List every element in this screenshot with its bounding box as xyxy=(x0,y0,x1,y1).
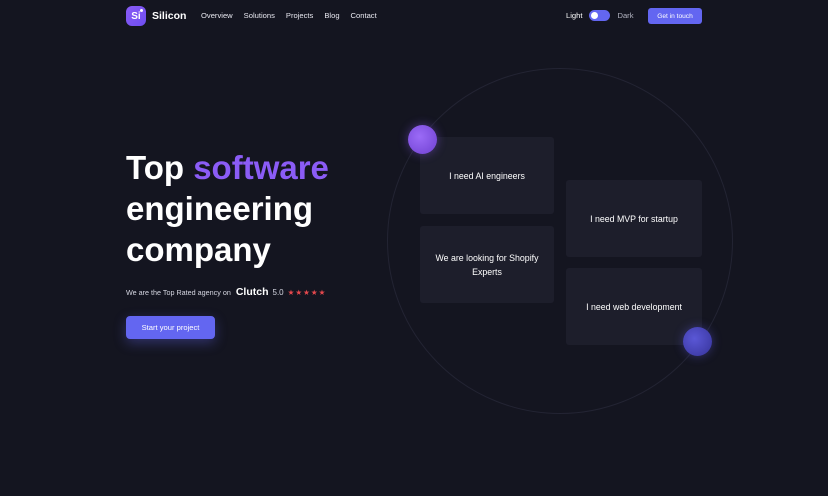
rating-stars: ★ ★ ★ ★ ★ xyxy=(288,288,326,297)
theme-toggle[interactable] xyxy=(589,10,611,21)
blue-orb-decoration xyxy=(683,327,712,356)
logo-dot xyxy=(140,9,143,12)
logo-letters: Si xyxy=(131,10,141,22)
hero-title-line2: engineering xyxy=(126,190,314,227)
star-icon: ★ xyxy=(318,287,326,297)
nav-link-overview[interactable]: Overview xyxy=(201,11,233,20)
brand[interactable]: Si Silicon xyxy=(126,6,186,26)
hero-title-part1: Top xyxy=(126,149,194,186)
star-icon: ★ xyxy=(310,287,318,297)
get-in-touch-button[interactable]: Get in touch xyxy=(648,8,702,24)
card-web-development[interactable]: I need web development xyxy=(566,268,702,345)
nav-link-projects[interactable]: Projects xyxy=(286,11,313,20)
theme-light-label: Light xyxy=(566,11,583,20)
hero-title: Top software engineering company xyxy=(126,147,386,270)
theme-switcher: Light Dark xyxy=(566,10,634,21)
star-icon: ★ xyxy=(287,287,295,297)
top-nav: Si Silicon Overview Solutions Projects B… xyxy=(0,0,828,32)
silicon-logo-icon: Si xyxy=(126,6,146,26)
card-label: We are looking for Shopify Experts xyxy=(435,252,539,277)
card-mvp-startup[interactable]: I need MVP for startup xyxy=(566,180,702,257)
star-icon: ★ xyxy=(295,287,303,297)
hero-title-line3: company xyxy=(126,231,271,268)
toggle-knob xyxy=(591,12,599,19)
card-shopify-experts[interactable]: We are looking for Shopify Experts xyxy=(420,226,554,303)
rated-text: We are the Top Rated agency on xyxy=(126,287,231,297)
star-icon: ★ xyxy=(303,287,310,297)
card-label: I need MVP for startup xyxy=(590,213,678,224)
nav-link-blog[interactable]: Blog xyxy=(324,11,339,20)
rating-score: 5.0 xyxy=(272,287,284,297)
clutch-logo[interactable]: Clutch xyxy=(236,286,269,298)
nav-link-contact[interactable]: Contact xyxy=(351,11,377,20)
start-project-button[interactable]: Start your project xyxy=(126,316,215,339)
card-ai-engineers[interactable]: I need AI engineers xyxy=(420,137,554,214)
hero-title-accent: software xyxy=(193,149,329,186)
purple-orb-decoration xyxy=(408,125,437,154)
rating-line: We are the Top Rated agency on Clutch 5.… xyxy=(126,286,325,298)
brand-name: Silicon xyxy=(152,10,187,22)
theme-dark-label: Dark xyxy=(617,11,634,20)
card-label: I need AI engineers xyxy=(449,170,525,181)
nav-link-solutions[interactable]: Solutions xyxy=(244,11,275,20)
card-label: I need web development xyxy=(586,301,682,312)
nav-links: Overview Solutions Projects Blog Contact xyxy=(201,11,377,20)
